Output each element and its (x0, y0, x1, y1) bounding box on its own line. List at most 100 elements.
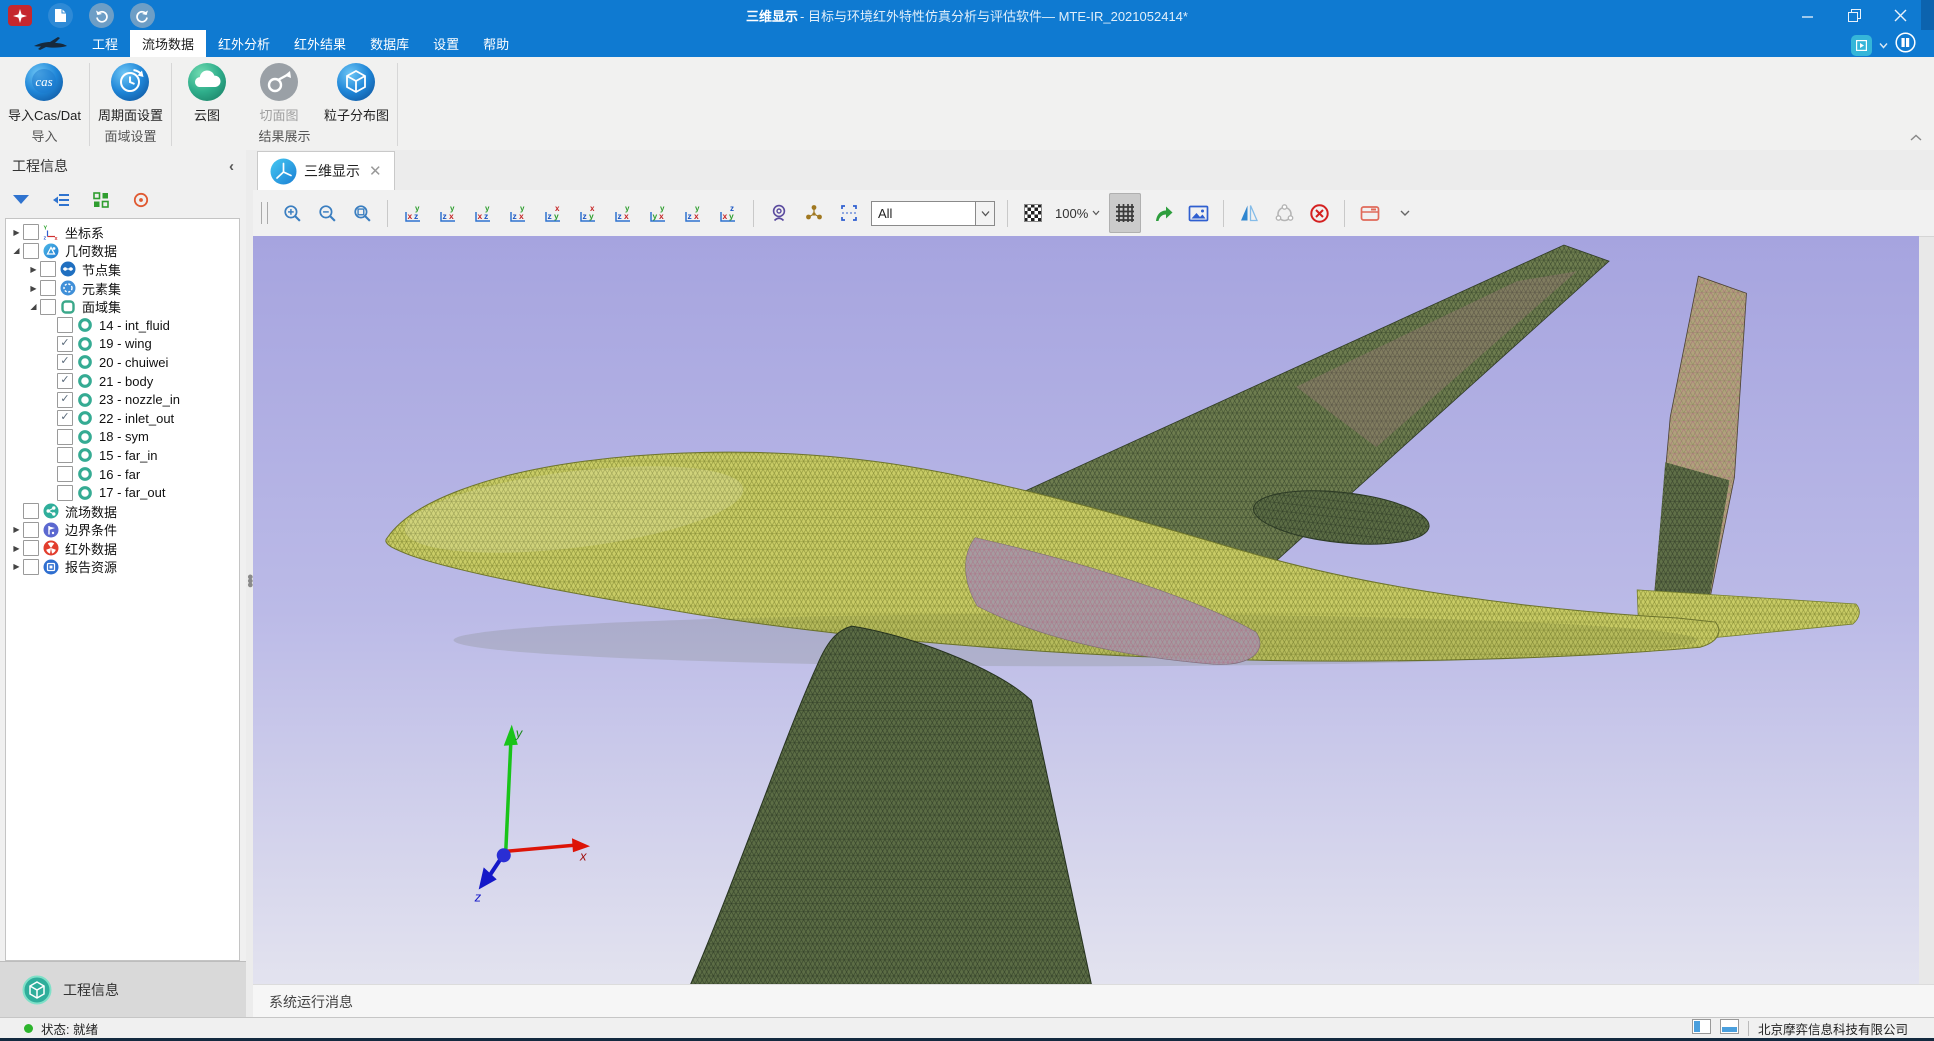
minimize-button[interactable] (1800, 7, 1816, 23)
view-right-icon[interactable]: yzx (505, 200, 531, 226)
view-iso-1-icon[interactable]: yzx (610, 200, 636, 226)
menu-tab-6[interactable]: 帮助 (471, 30, 521, 57)
tree-item[interactable]: ▶边界条件 (6, 521, 239, 540)
view-iso-4-icon[interactable]: zxy (715, 200, 741, 226)
tree-item-checkbox[interactable]: ✓ (57, 392, 73, 408)
tree-expander-icon[interactable]: ▶ (27, 284, 40, 293)
tree-item-checkbox[interactable] (23, 224, 39, 240)
tree-item-checkbox[interactable] (57, 485, 73, 501)
close-button[interactable] (1892, 7, 1908, 23)
list-outline-icon[interactable] (52, 191, 70, 209)
3d-viewport[interactable]: y x z (253, 236, 1919, 985)
contour-map-button[interactable]: 云图 (180, 62, 234, 124)
zoom-in-icon[interactable] (279, 200, 305, 226)
panel-collapse-icon[interactable]: ‹ (229, 158, 234, 175)
tree-item[interactable]: ▶节点集 (6, 260, 239, 279)
tree-item-checkbox[interactable] (23, 540, 39, 556)
menu-tab-3[interactable]: 红外结果 (282, 30, 358, 57)
tree-item[interactable]: ▶Yzx坐标系 (6, 223, 239, 242)
tree-item-checkbox[interactable] (23, 522, 39, 538)
tree-item-checkbox[interactable]: ✓ (57, 373, 73, 389)
tree-item[interactable]: ✓22 - inlet_out (6, 409, 239, 428)
import-cas-dat-button[interactable]: cas导入Cas/Dat (8, 62, 81, 124)
view-back-icon[interactable]: yzx (435, 200, 461, 226)
tree-expander-icon[interactable]: ▶ (27, 265, 40, 274)
panel-bottom-bar[interactable]: 工程信息 (0, 961, 246, 1018)
tree-item-checkbox[interactable] (23, 243, 39, 259)
snapshot-icon[interactable] (1185, 200, 1211, 226)
tree-item-checkbox[interactable] (57, 429, 73, 445)
new-file-icon[interactable] (48, 3, 73, 28)
tree-item-checkbox[interactable] (57, 466, 73, 482)
tree-item[interactable]: ◢几何数据 (6, 242, 239, 261)
tab-3d-view[interactable]: 三维显示 ✕ (257, 151, 395, 190)
tree-item-checkbox[interactable] (23, 503, 39, 519)
panel-splitter[interactable]: ●●● (246, 150, 253, 1018)
display-filter-select[interactable]: All (871, 201, 995, 226)
tree-item-checkbox[interactable]: ✓ (57, 336, 73, 352)
tree-expander-icon[interactable]: ▶ (10, 544, 23, 553)
tree-expander-icon[interactable]: ◢ (10, 246, 23, 255)
tree-item[interactable]: ▶元素集 (6, 279, 239, 298)
ring-nodes-icon[interactable] (1271, 200, 1297, 226)
select-region-icon[interactable] (836, 200, 862, 226)
tree-item[interactable]: 16 - far (6, 465, 239, 484)
tree-item-checkbox[interactable] (57, 447, 73, 463)
view-left-icon[interactable]: yxz (470, 200, 496, 226)
tree-item[interactable]: ◢面域集 (6, 297, 239, 316)
tree-item[interactable]: ✓21 - body (6, 372, 239, 391)
tree-item-checkbox[interactable]: ✓ (57, 354, 73, 370)
zoom-fit-icon[interactable] (349, 200, 375, 226)
render-style-caret-icon[interactable] (1392, 200, 1418, 226)
tree-item[interactable]: 17 - far_out (6, 483, 239, 502)
menu-tab-5[interactable]: 设置 (421, 30, 471, 57)
cancel-icon[interactable] (1306, 200, 1332, 226)
tree-item-checkbox[interactable] (57, 317, 73, 333)
tree-item[interactable]: 流场数据 (6, 502, 239, 521)
app-logo-icon[interactable] (8, 5, 32, 26)
grid-view-icon[interactable] (92, 191, 110, 209)
tree-item-checkbox[interactable] (40, 280, 56, 296)
tree-expander-icon[interactable]: ◢ (27, 302, 40, 311)
tree-item[interactable]: 14 - int_fluid (6, 316, 239, 335)
zoom-level-dropdown[interactable]: 100% (1055, 206, 1100, 221)
tree-item[interactable]: ✓23 - nozzle_in (6, 390, 239, 409)
tree-expander-icon[interactable]: ▶ (10, 228, 23, 237)
theme-icon[interactable] (1851, 35, 1872, 56)
view-front-icon[interactable]: yxz (400, 200, 426, 226)
periodic-surface-button[interactable]: 周期面设置 (98, 62, 163, 124)
undo-icon[interactable] (89, 3, 114, 28)
layout-left-panel-icon[interactable] (1692, 1019, 1711, 1037)
menu-tab-1[interactable]: 流场数据 (130, 30, 206, 57)
tree-item[interactable]: 15 - far_in (6, 446, 239, 465)
tree-item[interactable]: ▶红外数据 (6, 539, 239, 558)
tree-item[interactable]: ✓19 - wing (6, 335, 239, 354)
menu-tab-4[interactable]: 数据库 (358, 30, 421, 57)
view-top-icon[interactable]: xzy (540, 200, 566, 226)
mirror-icon[interactable] (1236, 200, 1262, 226)
view-iso-3-icon[interactable]: yzx (680, 200, 706, 226)
layout-bottom-panel-icon[interactable] (1720, 1019, 1739, 1037)
transparency-checker-icon[interactable] (1020, 200, 1046, 226)
tree-item-checkbox[interactable] (40, 261, 56, 277)
tree-expander-icon[interactable]: ▶ (10, 562, 23, 571)
view-iso-2-icon[interactable]: yyx (645, 200, 671, 226)
help-book-icon[interactable] (1895, 32, 1916, 58)
view-bottom-icon[interactable]: xzy (575, 200, 601, 226)
theme-dropdown-icon[interactable] (1879, 36, 1888, 54)
tree-item-checkbox[interactable]: ✓ (57, 410, 73, 426)
camera-icon[interactable] (766, 200, 792, 226)
locate-target-icon[interactable] (132, 191, 150, 209)
tab-close-icon[interactable]: ✕ (369, 162, 382, 180)
zoom-out-icon[interactable] (314, 200, 340, 226)
menu-tab-0[interactable]: 工程 (80, 30, 130, 57)
toolbar-drag-handle[interactable] (261, 202, 268, 224)
export-arrow-icon[interactable] (1150, 200, 1176, 226)
filter-icon[interactable] (12, 191, 30, 209)
tree-item[interactable]: ▶报告资源 (6, 558, 239, 577)
particle-distribution-button[interactable]: 粒子分布图 (324, 62, 389, 124)
ribbon-collapse-chevron[interactable] (1910, 129, 1922, 147)
menu-tab-2[interactable]: 红外分析 (206, 30, 282, 57)
tree-item[interactable]: 18 - sym (6, 428, 239, 447)
render-style-icon[interactable] (1357, 200, 1383, 226)
